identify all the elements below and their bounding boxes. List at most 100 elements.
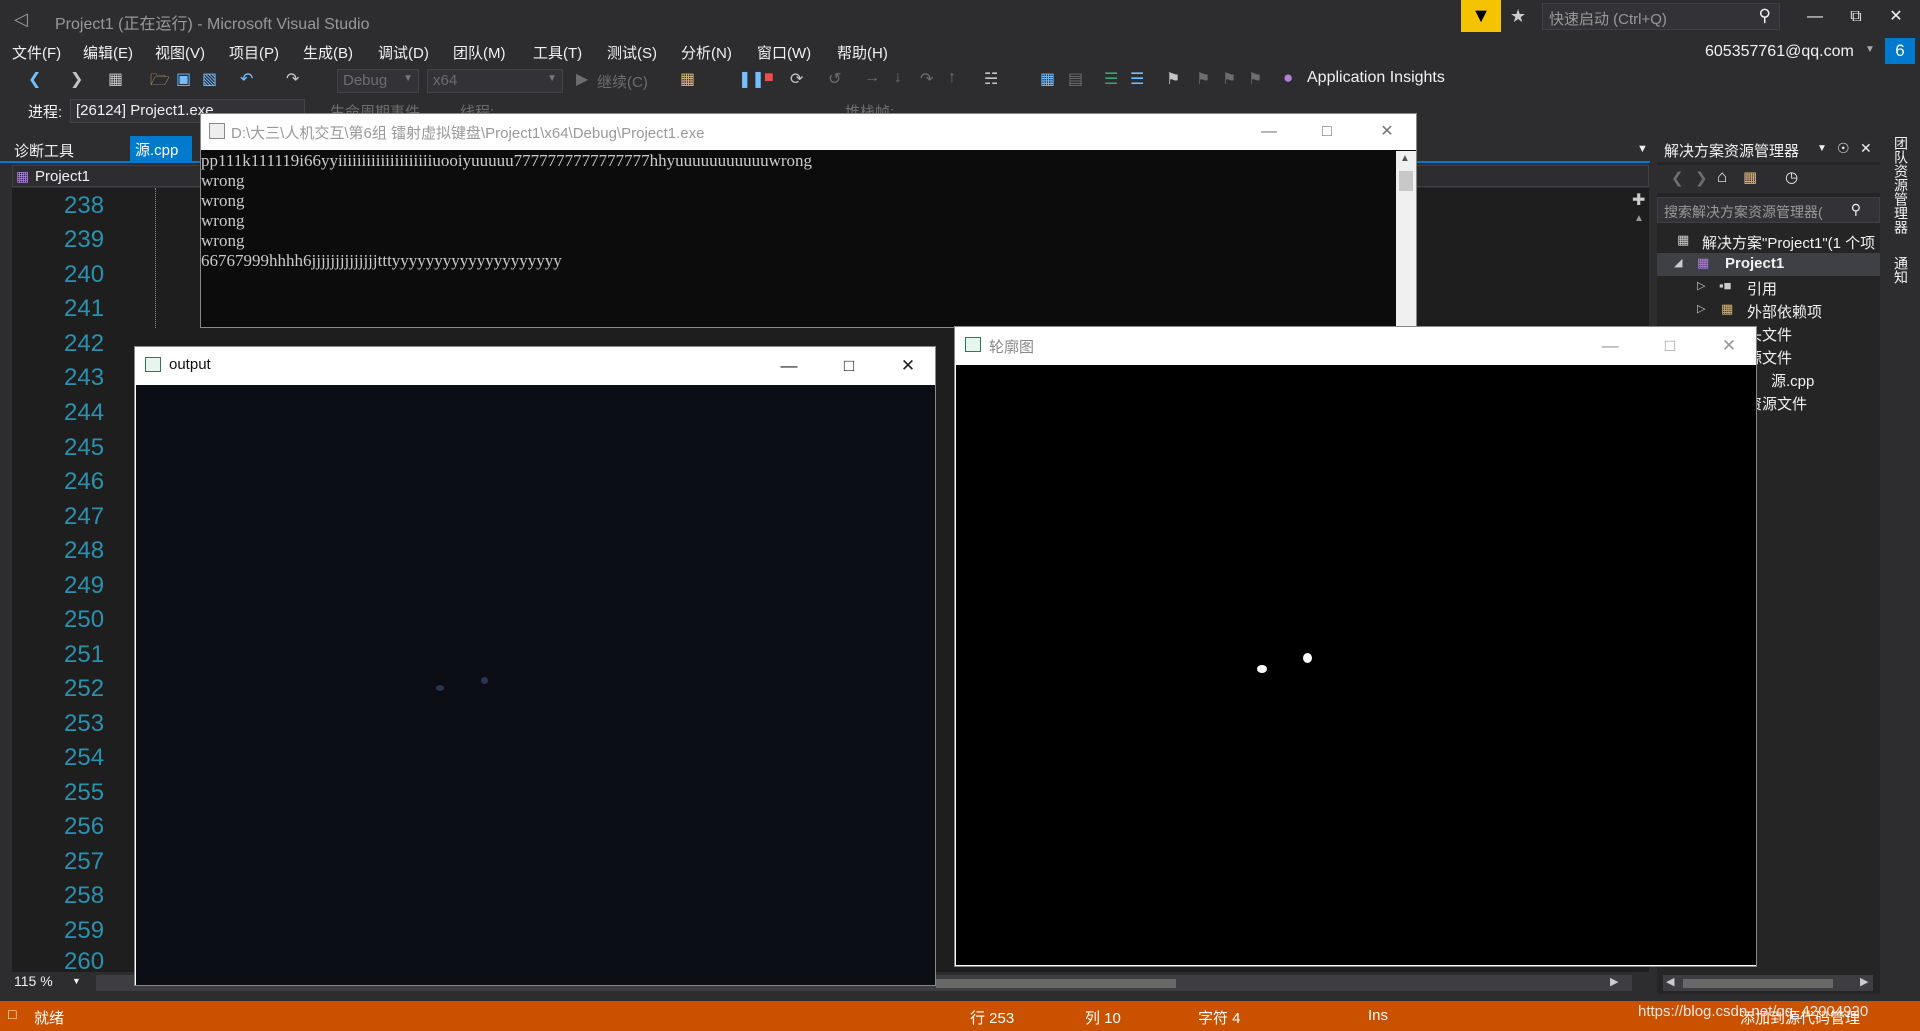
close-button[interactable]: ✕ (1709, 334, 1749, 358)
forward-icon[interactable]: ❯ (1695, 169, 1708, 187)
redo-icon[interactable]: ↷ (286, 69, 299, 89)
scroll-up-icon[interactable]: ▲ (1634, 213, 1644, 224)
scrollbar-thumb[interactable] (1683, 979, 1833, 988)
collapsed-icon[interactable]: ▷ (1697, 279, 1705, 292)
tree-item-project[interactable]: ◢ ▦ Project1 (1657, 253, 1880, 276)
menu-edit[interactable]: 编辑(E) (83, 42, 133, 63)
new-project-icon[interactable]: ▦ (108, 69, 123, 89)
solution-explorer-scrollbar[interactable]: ◀ ▶ (1663, 975, 1873, 991)
console-window[interactable]: D:\大三\人机交互\第6组 镭射虚拟键盘\Project1\x64\Debug… (200, 113, 1417, 328)
scroll-right-icon[interactable]: ▶ (1610, 975, 1618, 988)
clear-bookmark-icon[interactable]: ⚑ (1248, 69, 1262, 89)
maximize-button[interactable]: □ (829, 354, 869, 378)
minimize-button[interactable]: — (769, 354, 809, 378)
play-icon[interactable]: ▶ (576, 69, 588, 89)
save-all-icon[interactable]: ▧ (202, 69, 217, 89)
minimize-button[interactable]: — (1249, 120, 1289, 144)
pin-icon[interactable]: ☉ (1837, 140, 1850, 157)
tab-diagnostic-tools[interactable]: 诊断工具 (14, 140, 74, 161)
configuration-select[interactable]: Debug ▼ (337, 69, 419, 93)
scrollbar-thumb[interactable] (1399, 171, 1413, 191)
uncomment-icon[interactable]: ☰ (1130, 69, 1144, 89)
side-tab-notifications[interactable]: 通知 (1893, 256, 1911, 284)
menu-build[interactable]: 生成(B) (303, 42, 353, 63)
tab-source-cpp[interactable]: 源.cpp (130, 136, 192, 162)
menu-window[interactable]: 窗口(W) (757, 42, 811, 63)
maximize-button[interactable]: □ (1307, 120, 1347, 144)
pin-icon[interactable]: ▦ (1040, 69, 1055, 89)
menu-analyze[interactable]: 分析(N) (681, 42, 732, 63)
close-button[interactable]: ✕ (888, 354, 928, 378)
chevron-down-icon[interactable]: ▼ (1817, 143, 1827, 154)
step-out-icon[interactable]: ↷ (920, 69, 933, 89)
stop-icon[interactable]: ■ (764, 69, 774, 87)
menu-file[interactable]: 文件(F) (12, 42, 61, 63)
switch-views-icon[interactable]: ▦ (1743, 168, 1757, 186)
continue-button[interactable]: 继续(C) (597, 71, 648, 92)
chevron-down-icon[interactable]: ▼ (1865, 44, 1875, 55)
restore-button[interactable]: ⧉ (1836, 4, 1876, 30)
contour-window[interactable]: 轮廓图 — □ ✕ (954, 326, 1757, 967)
output-title-bar[interactable]: output — □ ✕ (135, 347, 935, 385)
step-up-icon[interactable]: ↑ (948, 69, 956, 87)
history-icon[interactable]: ◷ (1785, 168, 1798, 186)
pause-icon[interactable]: ❚❚ (738, 69, 765, 89)
close-icon[interactable]: ✕ (1860, 140, 1872, 157)
open-folder-icon[interactable]: 🗁 (150, 69, 170, 96)
console-title-bar[interactable]: D:\大三\人机交互\第6组 镭射虚拟键盘\Project1\x64\Debug… (201, 114, 1416, 150)
step-into-icon[interactable]: → (864, 69, 880, 87)
scroll-left-icon[interactable]: ◀ (1666, 975, 1674, 988)
next-bookmark-icon[interactable]: ⚑ (1222, 69, 1236, 89)
bookmark-icon[interactable]: ⚑ (1166, 69, 1180, 89)
forward-icon[interactable]: ❯ (70, 69, 83, 89)
hex-icon[interactable]: ☵ (984, 69, 998, 89)
back-icon[interactable]: ❮ (1671, 169, 1684, 187)
collapsed-icon[interactable]: ▷ (1697, 302, 1705, 315)
close-button[interactable]: ✕ (1367, 120, 1407, 144)
step-over-icon[interactable]: ↓ (894, 69, 902, 87)
filter-icon[interactable]: ▼ (1461, 0, 1501, 32)
menu-test[interactable]: 测试(S) (607, 42, 657, 63)
indent-icon[interactable]: ▤ (1068, 69, 1083, 89)
solution-explorer-search[interactable]: 搜索解决方案资源管理器( ⚲ (1657, 197, 1880, 223)
menu-debug[interactable]: 调试(D) (378, 42, 429, 63)
console-scrollbar[interactable]: ▲ (1396, 151, 1416, 328)
platform-select[interactable]: x64 ▼ (427, 69, 563, 93)
menu-project[interactable]: 项目(P) (229, 42, 279, 63)
show-next-statement-icon[interactable]: ↺ (828, 69, 841, 89)
contour-title-bar[interactable]: 轮廓图 — □ ✕ (955, 327, 1756, 365)
application-insights-button[interactable]: Application Insights (1307, 69, 1445, 87)
menu-team[interactable]: 团队(M) (453, 42, 506, 63)
zoom-select[interactable]: 115 % ▼ (12, 973, 82, 993)
tree-item-external-deps[interactable]: ▷ ▦ 外部依赖项 (1657, 299, 1880, 322)
output-window[interactable]: output — □ ✕ (134, 346, 936, 986)
undo-icon[interactable]: ↶ (240, 69, 253, 89)
maximize-button[interactable]: □ (1650, 334, 1690, 358)
process-icon[interactable]: ▦ (680, 69, 695, 89)
notification-badge[interactable]: 6 (1885, 38, 1915, 64)
comment-icon[interactable]: ☰ (1104, 69, 1118, 89)
scroll-right-icon[interactable]: ▶ (1860, 975, 1868, 988)
minimize-button[interactable]: — (1795, 4, 1835, 30)
split-icon[interactable]: ✚ (1632, 190, 1645, 210)
prev-bookmark-icon[interactable]: ⚑ (1196, 69, 1210, 89)
scroll-up-icon[interactable]: ▲ (1400, 153, 1410, 164)
tree-item-solution[interactable]: ▦ 解决方案"Project1"(1 个项 (1657, 230, 1880, 253)
menu-help[interactable]: 帮助(H) (837, 42, 888, 63)
restart-icon[interactable]: ⟳ (790, 69, 803, 89)
expanded-icon[interactable]: ◢ (1674, 256, 1682, 269)
scrollbar-thumb[interactable] (936, 979, 1176, 988)
quick-launch-input[interactable]: 快速启动 (Ctrl+Q) ⚲ (1542, 3, 1780, 30)
back-icon[interactable]: ❮ (28, 69, 41, 89)
side-tab-team-explorer[interactable]: 团队资源管理器 (1893, 136, 1911, 234)
menu-tools[interactable]: 工具(T) (533, 42, 582, 63)
home-icon[interactable]: ⌂ (1717, 167, 1727, 187)
minimize-button[interactable]: — (1590, 334, 1630, 358)
feedback-icon[interactable]: ★ (1510, 6, 1526, 27)
close-button[interactable]: ✕ (1876, 4, 1916, 30)
account-name[interactable]: 605357761@qq.com (1705, 43, 1854, 61)
tree-item-references[interactable]: ▷ ▪■ 引用 (1657, 276, 1880, 299)
save-icon[interactable]: ▣ (176, 69, 191, 89)
menu-view[interactable]: 视图(V) (155, 42, 205, 63)
tab-list-chevron-icon[interactable]: ▼ (1637, 143, 1648, 155)
